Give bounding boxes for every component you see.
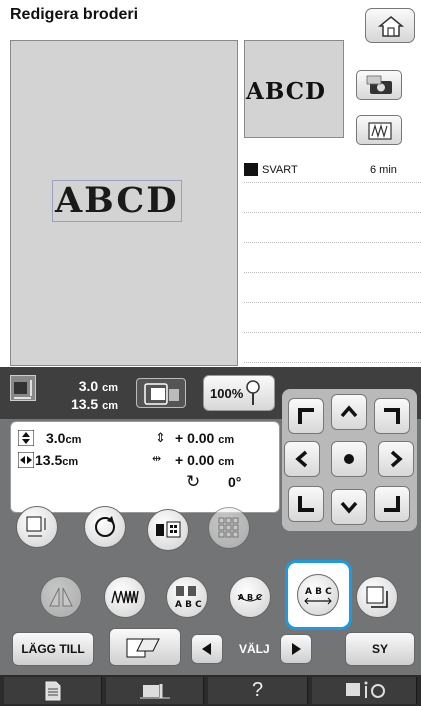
- resize-icon: [26, 516, 46, 537]
- select-next-button[interactable]: [280, 634, 312, 664]
- horizontal-offset: + 0.00 cm: [175, 452, 235, 468]
- settings-icon: [346, 681, 385, 698]
- curve-text-button[interactable]: A B C: [229, 576, 271, 618]
- vertical-move-icon: ⇕: [155, 430, 166, 445]
- delete-button[interactable]: [109, 628, 181, 666]
- help-icon: ?: [251, 679, 264, 701]
- density-button[interactable]: [356, 115, 402, 145]
- mirror-icon: [49, 587, 73, 607]
- arrow-right-icon: [292, 643, 301, 655]
- embroidery-pattern[interactable]: ABCD: [52, 180, 182, 222]
- rotation-angle: 0°: [228, 474, 242, 490]
- horizontal-move-icon: ⇹: [152, 453, 162, 465]
- home-icon: [377, 16, 405, 37]
- height-icon: [17, 429, 35, 451]
- thread-color-icon: [156, 521, 181, 538]
- thread-button[interactable]: [106, 677, 204, 704]
- size-button[interactable]: [16, 506, 58, 548]
- page-title: Redigera broderi: [10, 6, 139, 23]
- size-width-unit: cm: [102, 400, 118, 412]
- width-icon: [17, 451, 35, 473]
- move-up-button[interactable]: [331, 394, 367, 430]
- array-icon: [218, 517, 239, 538]
- rotate-icon: [95, 516, 115, 537]
- camera-button[interactable]: [356, 70, 402, 100]
- rotation-icon: ↻: [186, 472, 201, 491]
- size-height-unit: cm: [102, 382, 118, 394]
- move-right-button[interactable]: [378, 441, 414, 477]
- size-width: 13.5: [70, 396, 99, 412]
- document-button[interactable]: [4, 677, 102, 704]
- select-prev-button[interactable]: [191, 634, 223, 664]
- arrow-left-icon: [202, 643, 211, 655]
- stitch-density-icon: [111, 590, 139, 604]
- character-spacing-button[interactable]: A B C: [297, 574, 339, 616]
- home-button[interactable]: [365, 8, 415, 43]
- move-down-right-button[interactable]: [374, 486, 410, 522]
- density-adjust-button[interactable]: [104, 576, 146, 618]
- zoom-button[interactable]: 100%: [203, 375, 275, 411]
- width-value: 13.5cm: [35, 452, 79, 468]
- character-spacing-icon: A B C: [304, 587, 332, 605]
- border-button[interactable]: [356, 576, 398, 618]
- camera-icon: [366, 75, 392, 94]
- settings-button[interactable]: [312, 677, 417, 704]
- svg-text:A B C: A B C: [175, 600, 202, 610]
- add-button[interactable]: LÄGG TILL: [12, 632, 94, 666]
- curved-text-icon: A B C: [237, 593, 263, 602]
- size-readout: 3.0 cm 13.5 cm: [50, 378, 118, 414]
- border-frame-icon: [366, 586, 388, 608]
- color-button[interactable]: [147, 509, 189, 551]
- move-up-left-button[interactable]: [288, 398, 324, 434]
- hoop-icon: [136, 378, 186, 408]
- size-height: 3.0: [78, 378, 99, 394]
- multicolor-text-icon: A B C: [175, 586, 202, 610]
- move-down-left-button[interactable]: [288, 486, 324, 522]
- zoom-label: 100%: [210, 385, 244, 401]
- size-icon: [10, 375, 36, 401]
- multicolor-button[interactable]: A B C: [166, 576, 208, 618]
- select-label: VÄLJ: [239, 642, 270, 656]
- height-value: 3.0cm: [46, 430, 82, 446]
- move-down-button[interactable]: [331, 489, 367, 525]
- eraser-icon: [126, 638, 160, 658]
- thread-list: [244, 160, 421, 366]
- document-icon: [45, 681, 60, 700]
- help-button[interactable]: ?: [208, 677, 308, 704]
- move-left-button[interactable]: [284, 441, 320, 477]
- magnifier-icon: [246, 380, 260, 405]
- rotate-button[interactable]: [84, 506, 126, 548]
- vertical-offset: + 0.00 cm: [175, 430, 235, 446]
- density-icon: [368, 122, 392, 140]
- svg-text:A B C: A B C: [305, 587, 332, 597]
- sewing-foot-icon: [139, 683, 170, 698]
- center-button[interactable]: [331, 441, 367, 477]
- array-button[interactable]: [208, 507, 250, 549]
- preview-text: ABCD: [246, 78, 326, 105]
- move-up-right-button[interactable]: [374, 398, 410, 434]
- mirror-button[interactable]: [40, 576, 82, 618]
- sew-button[interactable]: SY: [345, 632, 415, 666]
